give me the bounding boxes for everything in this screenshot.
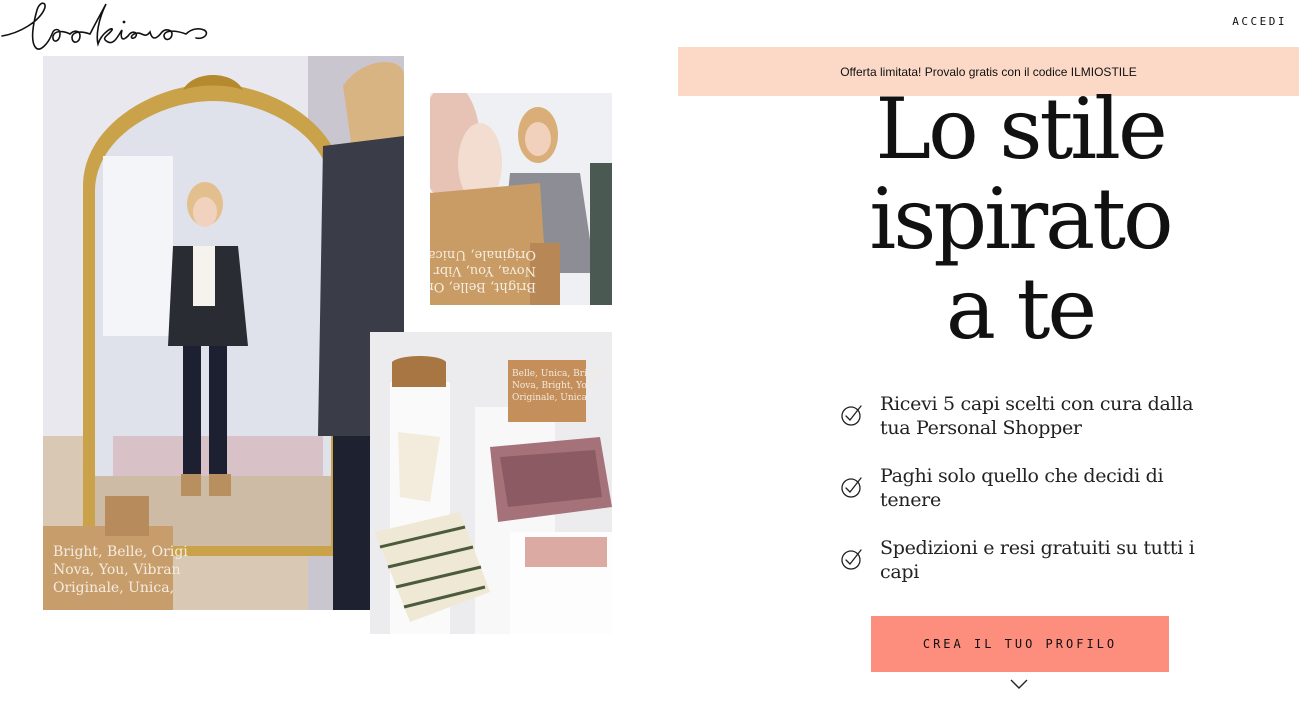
svg-text:Bright, Belle, Ori Nova,: Bright, Belle, Ori Nova, You, Vibr Origi… [430, 247, 536, 294]
unboxing-photo: Bright, Belle, Ori Nova, You, Vibr Origi… [430, 93, 612, 305]
promo-text: Offerta limitata! Provalo gratis con il … [840, 64, 1137, 79]
hero-headline: Lo stile ispirato a te [820, 84, 1220, 354]
benefits-list: Ricevi 5 capi scelti con cura dalla tua … [840, 392, 1200, 608]
benefit-item: Spedizioni e resi gratuiti su tutti i ca… [840, 536, 1200, 584]
headline-line: ispirato [869, 170, 1173, 268]
lookiero-logo-icon [1, 2, 208, 50]
benefit-text: Paghi solo quello che decidi di tenere [880, 465, 1164, 511]
check-circle-icon [841, 477, 862, 498]
headline-line: a te [945, 260, 1097, 358]
benefit-item: Paghi solo quello che decidi di tenere [840, 464, 1200, 512]
benefit-text: Spedizioni e resi gratuiti su tutti i ca… [880, 537, 1195, 583]
benefit-text: Ricevi 5 capi scelti con cura dalla tua … [880, 393, 1194, 439]
flatlay-photo: Belle, Unica, Bright Nova, Bright, You O… [370, 332, 612, 634]
benefit-item: Ricevi 5 capi scelti con cura dalla tua … [840, 392, 1200, 440]
chevron-down-icon[interactable] [1010, 678, 1028, 690]
login-link[interactable]: ACCEDI [1232, 15, 1287, 28]
mirror-photo: Bright, Belle, Origi Nova, You, Vibran O… [43, 56, 404, 610]
check-circle-icon [841, 405, 862, 426]
lookiero-logo[interactable] [0, 0, 215, 56]
headline-line: Lo stile [875, 80, 1167, 178]
mirror-box-text: Bright, Belle, Origi Nova, You, Vibran O… [53, 544, 192, 596]
check-circle-icon [841, 549, 862, 570]
create-profile-button[interactable]: CREA IL TUO PROFILO [871, 616, 1169, 672]
